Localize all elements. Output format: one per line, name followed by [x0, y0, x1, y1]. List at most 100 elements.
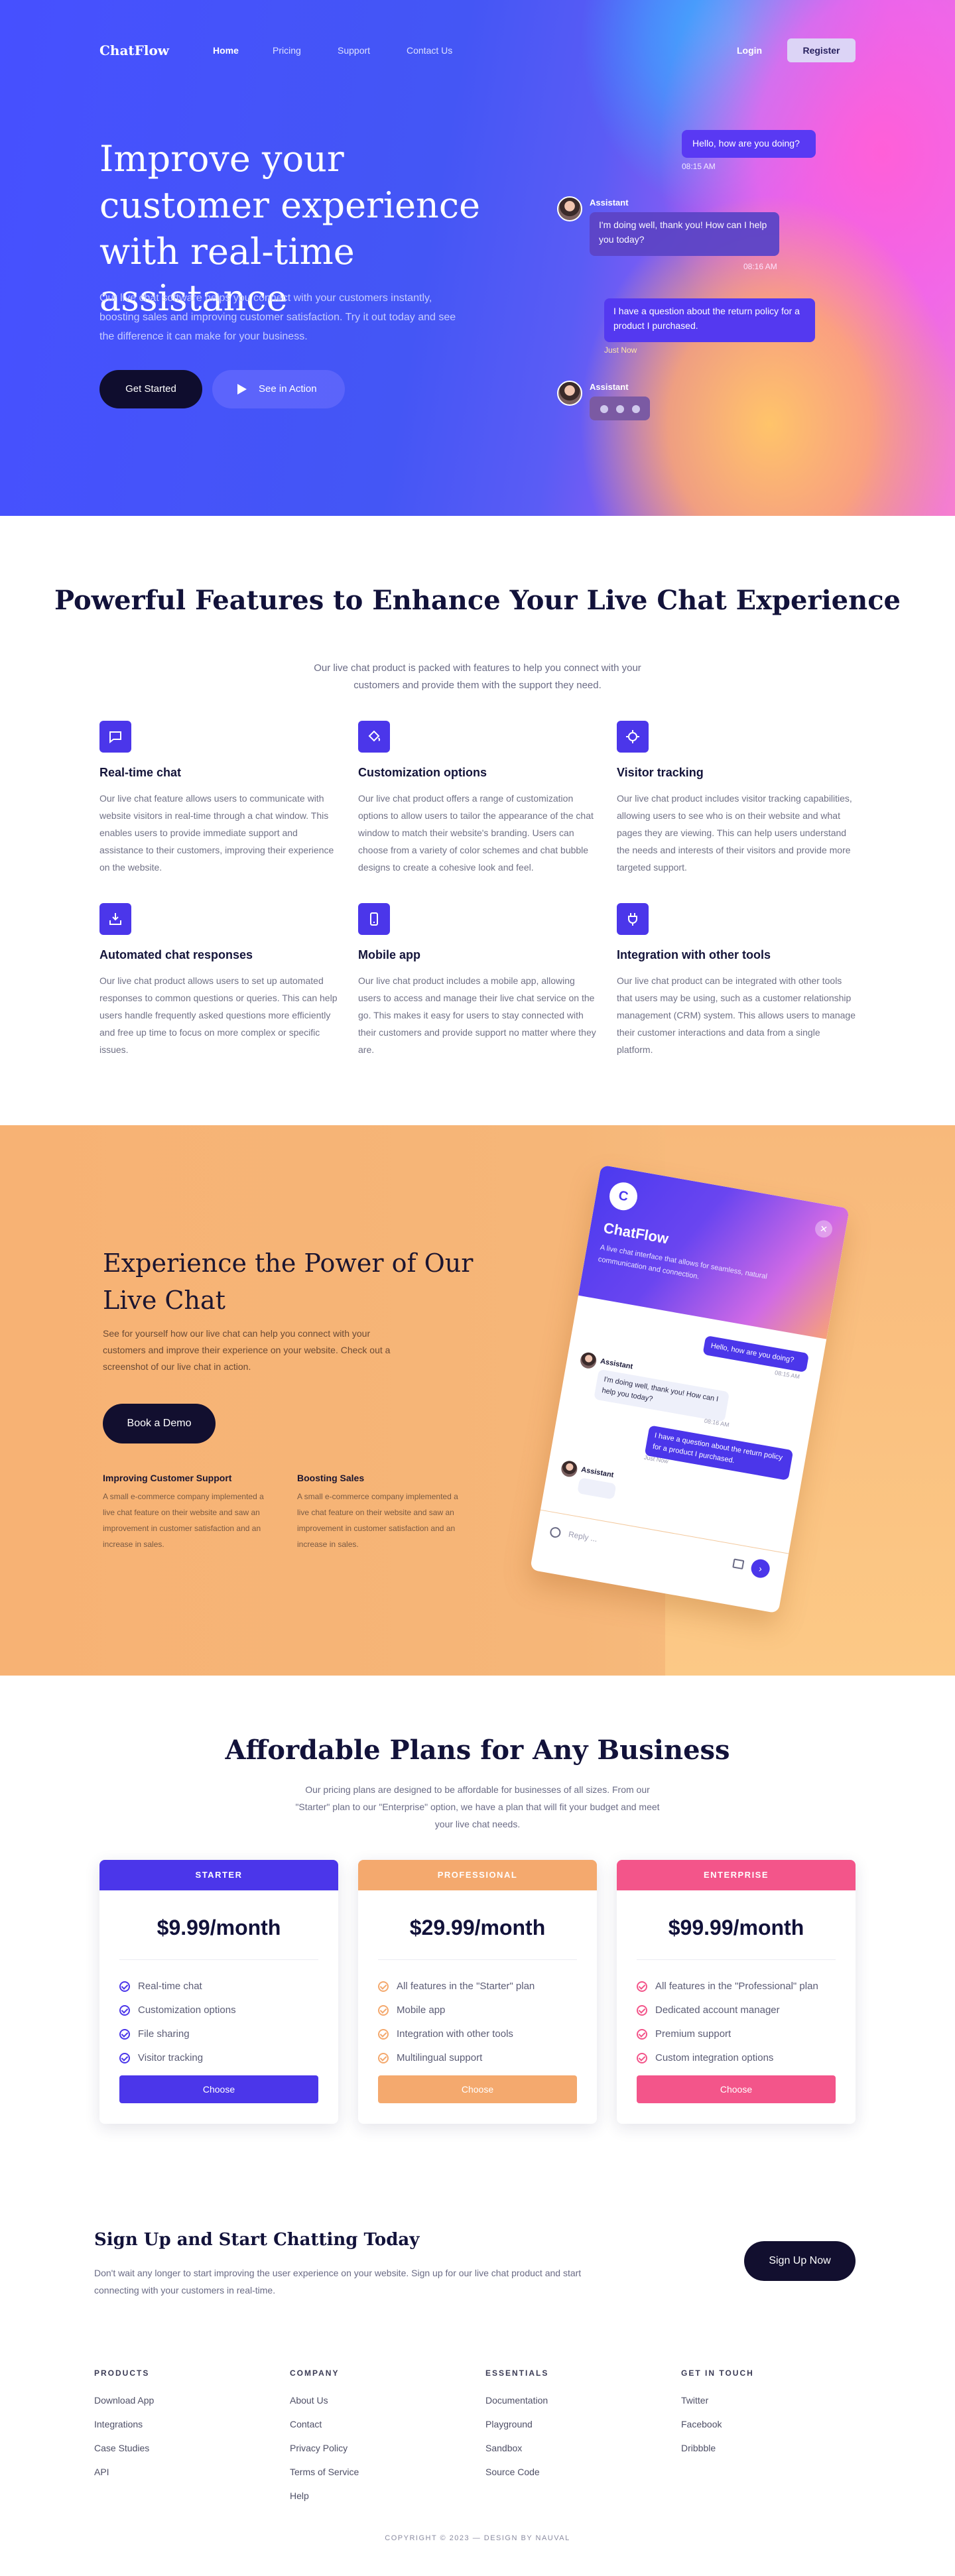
demo-title: Experience the Power of Our Live Chat — [103, 1249, 474, 1315]
check-icon — [637, 2053, 647, 2063]
plan-feature: All features in the "Professional" plan — [637, 1981, 818, 1992]
plan-feature: File sharing — [119, 2028, 190, 2040]
plan-card-professional: PROFESSIONAL $29.99/month All features i… — [358, 1860, 597, 2124]
chat-message-assistant: I'm doing well, thank you! How can I hel… — [590, 212, 779, 256]
nav-support[interactable]: Support — [338, 45, 370, 56]
footer-link[interactable]: API — [94, 2467, 109, 2477]
footer-heading: GET IN TOUCH — [681, 2368, 754, 2378]
chat-time-2: 08:16 AM — [743, 262, 777, 271]
features-subtitle: Our live chat product is packed with fea… — [314, 662, 641, 691]
image-icon[interactable] — [732, 1558, 745, 1570]
mobile-icon — [358, 903, 390, 935]
get-started-button[interactable]: Get Started — [99, 370, 202, 408]
feature-title: Integration with other tools — [617, 948, 771, 961]
check-icon — [637, 2005, 647, 2016]
feature-title: Customization options — [358, 766, 487, 779]
widget-assistant-label: Assistant — [600, 1357, 634, 1371]
footer-link[interactable]: Terms of Service — [290, 2467, 359, 2477]
book-demo-button[interactable]: Book a Demo — [103, 1404, 216, 1443]
check-icon — [378, 2053, 389, 2063]
footer-link[interactable]: Integrations — [94, 2419, 143, 2429]
footer-link[interactable]: Case Studies — [94, 2443, 149, 2453]
footer-link[interactable]: Help — [290, 2490, 309, 2501]
pricing-subtitle: Our pricing plans are designed to be aff… — [295, 1784, 660, 1829]
nav-home[interactable]: Home — [213, 45, 239, 56]
assistant-label: Assistant — [590, 382, 629, 392]
plan-feature: All features in the "Starter" plan — [378, 1981, 535, 1992]
chat-message-user-1: Hello, how are you doing? — [682, 130, 816, 158]
plan-name: STARTER — [99, 1860, 338, 1890]
footer-link[interactable]: Twitter — [681, 2395, 708, 2406]
check-icon — [378, 1981, 389, 1992]
check-icon — [119, 1981, 130, 1992]
close-icon[interactable]: ✕ — [813, 1219, 834, 1239]
footer-link[interactable]: Download App — [94, 2395, 154, 2406]
footer-link[interactable]: Source Code — [485, 2467, 540, 2477]
plan-feature: Dedicated account manager — [637, 2004, 780, 2016]
play-icon — [237, 384, 247, 395]
footer-link[interactable]: Facebook — [681, 2419, 722, 2429]
case-text: A small e-commerce company implemented a… — [103, 1492, 264, 1549]
hero-section: ChatFlow Home Pricing Support Contact Us… — [0, 0, 955, 516]
send-icon[interactable]: › — [749, 1558, 771, 1579]
reply-input[interactable]: Reply ... — [568, 1530, 598, 1544]
demo-section: Experience the Power of Our Live Chat Se… — [0, 1125, 955, 1676]
feature-text: Our live chat product can be integrated … — [617, 975, 856, 1055]
widget-subtitle: A live chat interface that allows for se… — [597, 1243, 768, 1281]
case-text: A small e-commerce company implemented a… — [297, 1492, 458, 1549]
plan-feature: Premium support — [637, 2028, 731, 2040]
check-icon — [378, 2029, 389, 2040]
sign-up-button[interactable]: Sign Up Now — [744, 2241, 856, 2281]
plan-name: ENTERPRISE — [617, 1860, 856, 1890]
feature-text: Our live chat product allows users to se… — [99, 975, 338, 1055]
plan-feature: Real-time chat — [119, 1981, 202, 1992]
feature-title: Mobile app — [358, 948, 420, 961]
logo[interactable]: ChatFlow — [99, 42, 169, 58]
feature-title: Visitor tracking — [617, 766, 704, 779]
check-icon — [119, 2005, 130, 2016]
choose-starter-button[interactable]: Choose — [119, 2075, 318, 2103]
chat-time-1: 08:15 AM — [682, 162, 716, 171]
plug-icon — [617, 903, 649, 935]
widget-message-user: Hello, how are you doing? — [702, 1335, 810, 1373]
crosshair-icon — [617, 721, 649, 753]
footer-link[interactable]: Sandbox — [485, 2443, 522, 2453]
footer-heading: PRODUCTS — [94, 2368, 150, 2378]
plan-card-starter: STARTER $9.99/month Real-time chat Custo… — [99, 1860, 338, 2124]
plan-feature: Mobile app — [378, 2004, 445, 2016]
plan-name: PROFESSIONAL — [358, 1860, 597, 1890]
copyright: COPYRIGHT © 2023 — DESIGN BY NAUVAL — [385, 2534, 570, 2542]
check-icon — [119, 2029, 130, 2040]
choose-enterprise-button[interactable]: Choose — [637, 2075, 836, 2103]
plan-feature: Multilingual support — [378, 2052, 482, 2063]
cta-title: Sign Up and Start Chatting Today — [94, 2230, 420, 2250]
chat-message-user-2: I have a question about the return polic… — [604, 298, 815, 342]
widget-message-assistant: I'm doing well, thank you! How can I hel… — [594, 1369, 730, 1422]
assistant-avatar — [557, 196, 582, 221]
plan-price: $99.99/month — [668, 1916, 804, 1939]
see-in-action-label: See in Action — [259, 383, 317, 395]
choose-professional-button[interactable]: Choose — [378, 2075, 577, 2103]
footer-link[interactable]: Documentation — [485, 2395, 548, 2406]
footer-link[interactable]: Dribbble — [681, 2443, 716, 2453]
chat-icon — [99, 721, 131, 753]
nav-pricing[interactable]: Pricing — [273, 45, 301, 56]
login-link[interactable]: Login — [737, 45, 762, 56]
feature-text: Our live chat product offers a range of … — [358, 793, 594, 873]
widget-time: 08:16 AM — [704, 1417, 730, 1429]
nav-contact[interactable]: Contact Us — [407, 45, 452, 56]
feature-title: Automated chat responses — [99, 948, 253, 961]
footer-link[interactable]: Privacy Policy — [290, 2443, 348, 2453]
features-title: Powerful Features to Enhance Your Live C… — [54, 585, 901, 616]
footer-link[interactable]: About Us — [290, 2395, 328, 2406]
check-icon — [378, 2005, 389, 2016]
assistant-avatar — [579, 1351, 598, 1370]
plan-feature: Integration with other tools — [378, 2028, 513, 2040]
footer-link[interactable]: Contact — [290, 2419, 322, 2429]
register-button[interactable]: Register — [787, 38, 856, 62]
footer-link[interactable]: Playground — [485, 2419, 533, 2429]
plan-price: $9.99/month — [157, 1916, 281, 1939]
emoji-icon[interactable] — [549, 1526, 562, 1539]
see-in-action-button[interactable]: See in Action — [212, 370, 345, 408]
footer-heading: ESSENTIALS — [485, 2368, 549, 2378]
